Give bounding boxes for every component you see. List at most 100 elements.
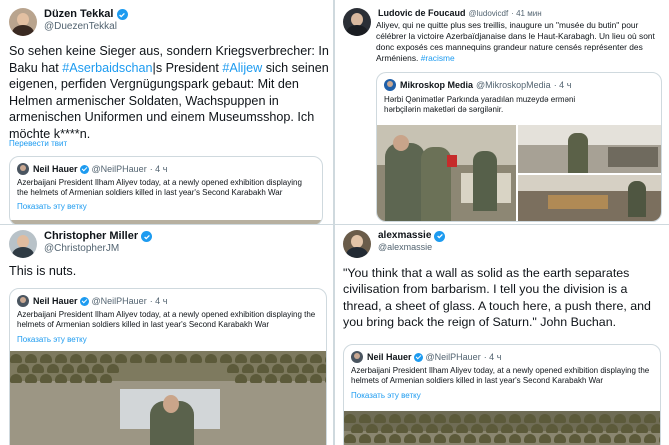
helmet-shape [374, 434, 386, 443]
quoted-photo-3[interactable] [518, 175, 661, 221]
author-handle[interactable]: @ludovicdf [469, 9, 509, 19]
helmet-shape [25, 354, 37, 363]
tweet-alexmassie[interactable]: alexmassie @alexmassie "You think that a… [335, 225, 669, 445]
helmet-shape [389, 414, 401, 423]
helmet-shape [561, 424, 573, 433]
helmet-shape [434, 434, 446, 443]
helmet-shape [606, 424, 618, 433]
tweet-text-segment: |s President [152, 60, 223, 75]
quoted-author-name: Neil Hauer [33, 296, 78, 306]
quoted-author-name: Neil Hauer [367, 352, 412, 362]
verified-icon [79, 296, 89, 306]
helmet-shape [614, 434, 626, 443]
helmet-shape [366, 424, 378, 433]
quoted-author-name: Mikroskop Media [400, 80, 474, 90]
quoted-time: · 4 ч [553, 80, 572, 90]
helmet-shape [40, 354, 52, 363]
helmet-shape [107, 364, 119, 373]
avatar[interactable] [9, 230, 37, 258]
helmet-shape [456, 424, 468, 433]
author-name[interactable]: Ludovic de Foucaud [378, 8, 466, 19]
quoted-photo[interactable] [344, 411, 660, 445]
helmet-shape [501, 424, 513, 433]
helmet-shape [344, 434, 356, 443]
helmet-shape [55, 354, 67, 363]
helmet-shape [85, 374, 97, 383]
helmet-shape [539, 414, 551, 423]
hashtag-link[interactable]: #racisme [421, 53, 455, 63]
helmet-shape [524, 434, 536, 443]
helmet-shape [17, 364, 29, 373]
helmet-shape [449, 414, 461, 423]
helmet-shape [310, 374, 322, 383]
show-thread-link[interactable]: Показать эту ветку [351, 391, 660, 400]
show-thread-link[interactable]: Показать эту ветку [17, 335, 326, 344]
helmet-shape [227, 364, 239, 373]
helmet-shape [614, 414, 626, 423]
helmet-shape [516, 424, 528, 433]
helmet-shape [374, 414, 386, 423]
helmet-shape [235, 374, 247, 383]
quoted-avatar [17, 163, 29, 175]
author-name[interactable]: alexmassie [378, 230, 431, 242]
tweet-text: Aliyev, qui ne quitte plus ses treillis,… [376, 20, 662, 64]
quoted-author-handle: @NeilPHauer [91, 296, 147, 306]
author-handle[interactable]: @ChristopherJM [44, 243, 152, 255]
hashtag-link[interactable]: #Alijew [222, 61, 262, 75]
helmet-shape [554, 414, 566, 423]
quoted-photo-2[interactable] [518, 125, 661, 173]
verified-icon [116, 9, 128, 21]
helmet-shape [359, 434, 371, 443]
helmet-shape [10, 374, 22, 383]
tweet-christopher-miller[interactable]: Christopher Miller @ChristopherJM This i… [0, 225, 333, 445]
translate-tweet-link[interactable]: Перевести твит [9, 139, 67, 148]
helmet-shape [280, 374, 292, 383]
tweet-time[interactable]: · 41 мин [511, 9, 541, 19]
helmet-shape [396, 424, 408, 433]
helmet-shape [486, 424, 498, 433]
quoted-tweet-header: Neil Hauer @NeilPHauer · 4 ч [17, 163, 322, 175]
avatar[interactable] [343, 8, 371, 36]
helmet-shape [250, 354, 262, 363]
tweet-text-segment: This is nuts. [9, 264, 77, 278]
quoted-tweet[interactable]: Neil Hauer @NeilPHauer · 4 ч Azerbaijani… [9, 288, 327, 445]
quoted-photo[interactable] [10, 220, 322, 224]
helmet-shape [569, 434, 581, 443]
hashtag-link[interactable]: #Aserbaidschan [62, 61, 152, 75]
helmet-shape [32, 364, 44, 373]
author-name[interactable]: Christopher Miller [44, 230, 138, 243]
helmet-shape [280, 354, 292, 363]
quoted-tweet[interactable]: Mikroskop Media @MikroskopMedia · 4 ч Hə… [376, 72, 662, 222]
helmet-shape [145, 354, 157, 363]
helmet-shape [494, 434, 506, 443]
author-name[interactable]: Düzen Tekkal [44, 8, 114, 21]
tweet-ludovic-de-foucaud[interactable]: Ludovic de Foucaud @ludovicdf · 41 мин A… [335, 0, 669, 224]
quoted-photo[interactable] [10, 351, 326, 445]
quoted-tweet-header: Mikroskop Media @MikroskopMedia · 4 ч [384, 79, 661, 91]
quoted-tweet-text: Azerbaijani President Ilham Aliyev today… [17, 310, 316, 330]
helmet-shape [381, 424, 393, 433]
quoted-tweet[interactable]: Neil Hauer @NeilPHauer · 4 ч Azerbaijani… [343, 344, 661, 445]
quoted-tweet[interactable]: Neil Hauer @NeilPHauer · 4 ч Azerbaijani… [9, 156, 323, 224]
tweet-text: This is nuts. [9, 263, 329, 280]
tweet-text-segment: Aliyev, qui ne quitte plus ses treillis,… [376, 20, 655, 63]
tweet-duzen-tekkal[interactable]: Düzen Tekkal @DuezenTekkal So sehen kein… [0, 0, 333, 224]
avatar[interactable] [343, 230, 371, 258]
quoted-author-handle: @NeilPHauer [91, 164, 147, 174]
tweet-text: "You think that a wall as solid as the e… [343, 265, 667, 330]
helmet-shape [317, 364, 326, 373]
author-handle[interactable]: @alexmassie [378, 242, 445, 253]
helmet-shape [100, 374, 112, 383]
quoted-photo-1[interactable] [377, 125, 516, 221]
helmet-shape [287, 364, 299, 373]
show-thread-link[interactable]: Показать эту ветку [17, 202, 322, 211]
author-handle[interactable]: @DuezenTekkal [44, 21, 128, 33]
avatar[interactable] [9, 8, 37, 36]
quoted-tweet-header: Neil Hauer @NeilPHauer · 4 ч [351, 351, 660, 363]
helmet-shape [55, 374, 67, 383]
helmet-shape [479, 434, 491, 443]
helmet-shape [539, 434, 551, 443]
helmet-shape [272, 364, 284, 373]
helmet-shape [651, 424, 660, 433]
helmet-shape [509, 434, 521, 443]
